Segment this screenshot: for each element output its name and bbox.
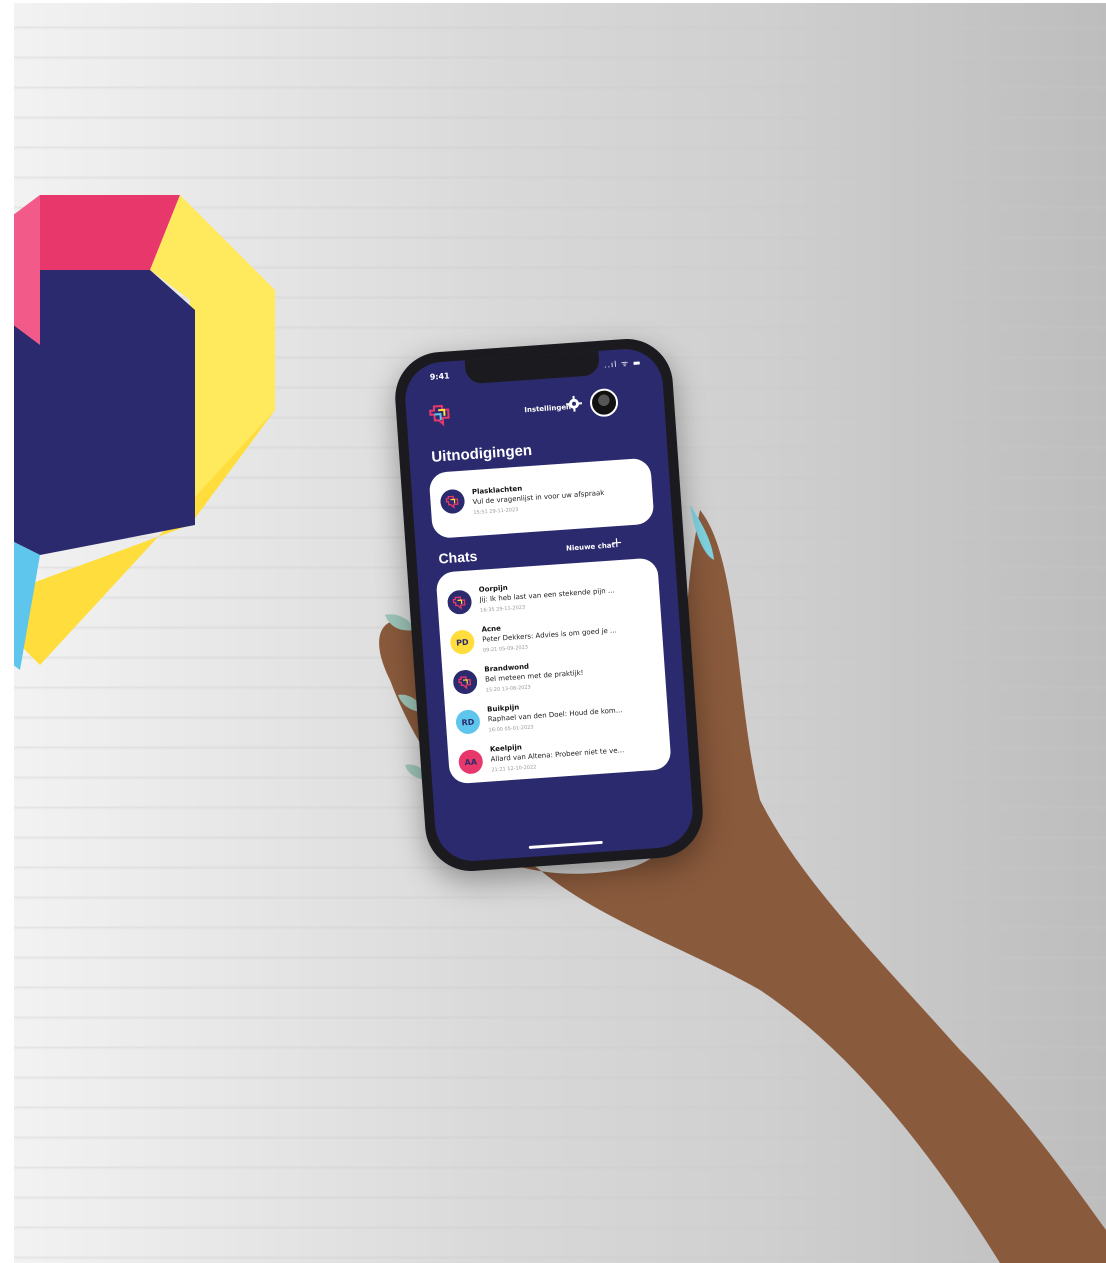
chat-logo-avatar-icon xyxy=(447,590,472,615)
chats-title: Chats xyxy=(437,547,478,567)
chat-avatar: AA xyxy=(457,749,484,775)
chat-title: Buikpijn xyxy=(486,703,520,714)
plus-icon[interactable]: + xyxy=(610,535,623,552)
status-time: 9:41 xyxy=(429,371,450,382)
settings-link[interactable]: Instellingen xyxy=(524,403,571,414)
chat-avatar: RD xyxy=(455,709,481,735)
chat-logo-avatar-icon xyxy=(439,488,466,515)
user-avatar[interactable] xyxy=(589,387,619,418)
invitation-card[interactable]: Plasklachten Vul de vragenlijst in voor … xyxy=(428,457,655,539)
chat-title: Oorpijn xyxy=(478,583,508,594)
invitations-title: Uitnodigingen xyxy=(430,441,533,466)
chat-message: Peter Dekkers: Advies is om goed je ... xyxy=(481,626,617,644)
phone-notch xyxy=(464,350,601,385)
chat-time: 16:35 29-11-2023 xyxy=(480,604,526,614)
phone-device: 9:41 ..ıl ᯤ ▬ Instellingen Uitnodigingen xyxy=(392,335,706,875)
invitation-time: 15:51 29-11-2023 xyxy=(473,506,519,517)
chat-time: 15:20 13-08-2023 xyxy=(485,684,531,694)
chat-logo-avatar-icon xyxy=(453,670,478,695)
app-logo-icon[interactable] xyxy=(428,401,456,429)
invitation-item[interactable]: Plasklachten Vul de vragenlijst in voor … xyxy=(429,470,653,525)
chat-title: Keelpijn xyxy=(489,743,523,754)
chat-title: Acne xyxy=(481,624,502,634)
chat-avatar: PD xyxy=(449,629,476,655)
status-icons: ..ıl ᯤ ▬ xyxy=(603,357,642,370)
chats-list: Oorpijn Jij: Ik heb last van een stekend… xyxy=(435,557,672,785)
chat-time: 21:21 12-10-2022 xyxy=(491,764,537,774)
chat-time: 16:00 05-01-2023 xyxy=(488,724,534,734)
new-chat-button[interactable]: Nieuwe chat xyxy=(566,541,615,552)
gear-icon[interactable] xyxy=(565,395,583,412)
left-edge xyxy=(0,0,14,1263)
home-indicator xyxy=(528,840,603,849)
chat-time: 09:21 05-09-2023 xyxy=(482,644,529,654)
app-screen: 9:41 ..ıl ᯤ ▬ Instellingen Uitnodigingen xyxy=(402,346,696,864)
